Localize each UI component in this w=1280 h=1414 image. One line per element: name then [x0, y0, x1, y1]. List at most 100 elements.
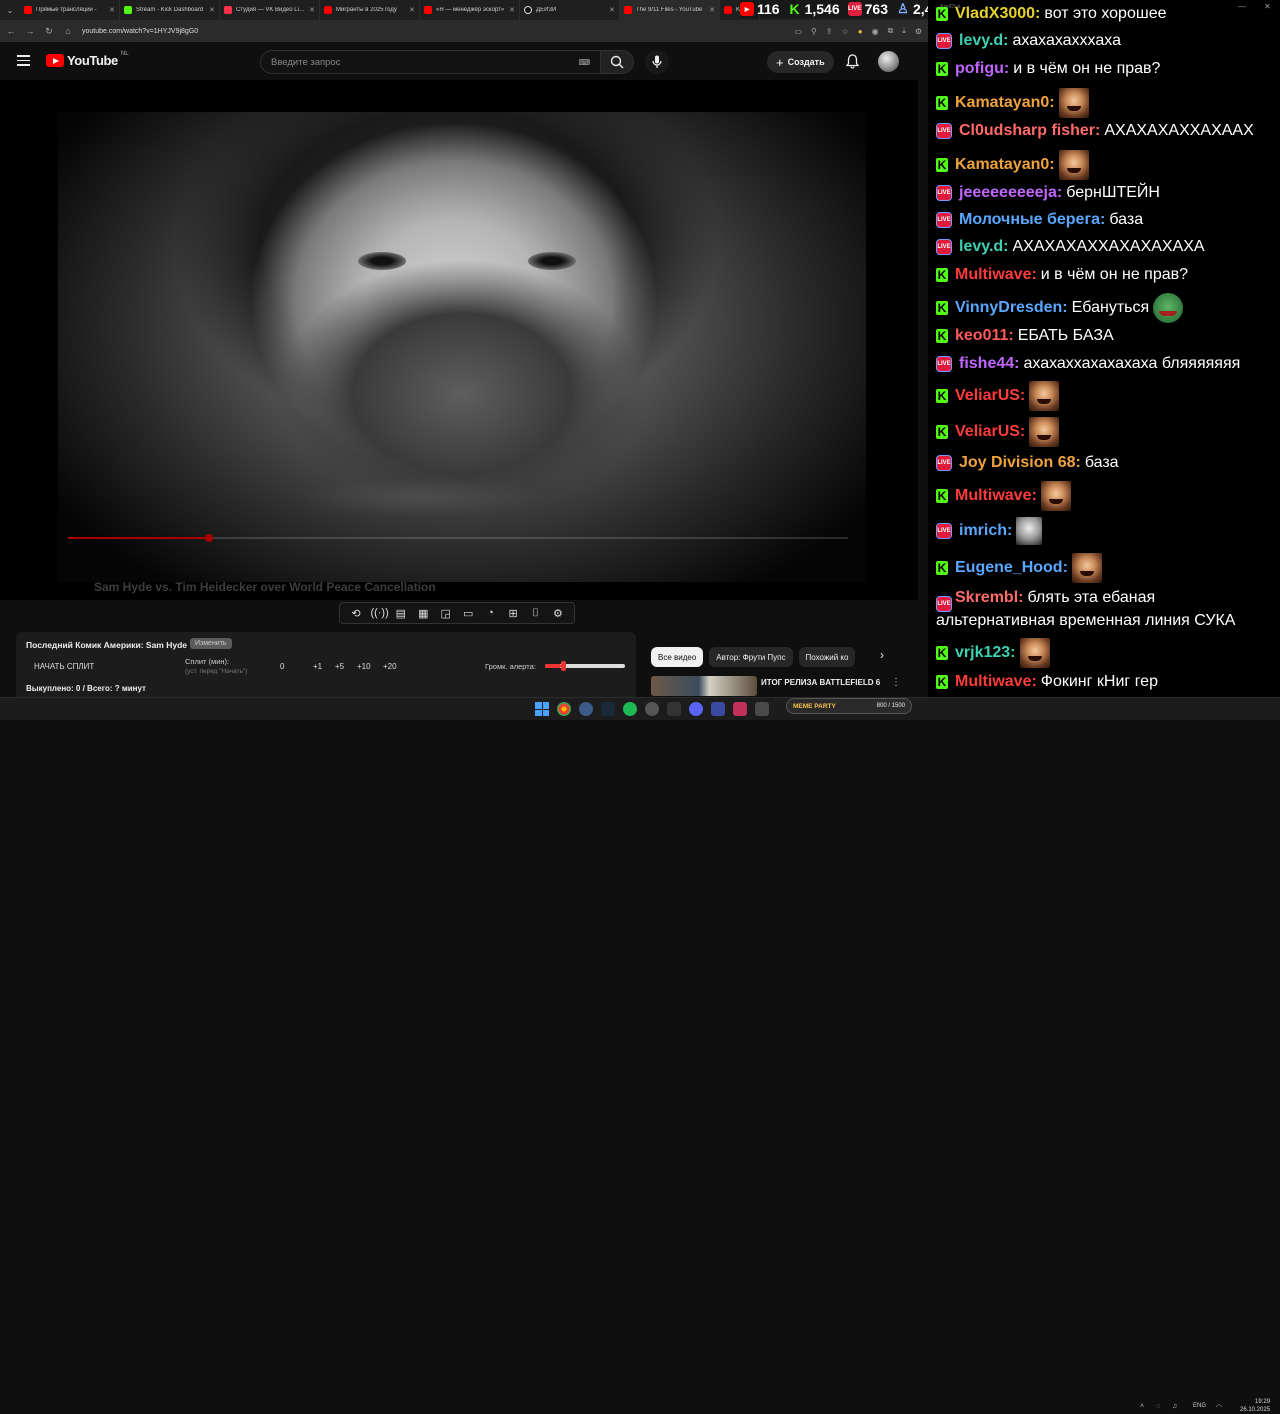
alert-volume-knob[interactable] [561, 661, 566, 671]
chat-username[interactable]: Eugene_Hood: [955, 559, 1068, 577]
playlist-icon[interactable]: ▤ [393, 607, 409, 620]
stream-app-icon[interactable] [733, 702, 747, 716]
chat-username[interactable]: Cl0udsharp fisher: [959, 122, 1100, 140]
screenshot-camera-icon[interactable]: ⌷ [528, 607, 544, 620]
forward-icon[interactable]: → [25, 26, 35, 36]
more-vert-icon[interactable]: ⋮ [891, 677, 901, 688]
bookmark-star-icon[interactable]: ☆ [842, 27, 849, 36]
chat-username[interactable]: fishe44: [959, 355, 1019, 373]
create-button[interactable]: + Создать [767, 51, 834, 73]
close-tab-icon[interactable]: ✕ [309, 6, 315, 14]
cast-icon[interactable]: ▭ [794, 27, 802, 36]
back-icon[interactable]: ← [6, 26, 16, 36]
wifi-icon[interactable]: ◠ [1216, 1403, 1222, 1411]
video-editor-icon[interactable] [711, 702, 725, 716]
extension-icon[interactable]: ◉ [872, 27, 879, 36]
share-icon[interactable]: ⇪ [826, 27, 833, 36]
speed-icon[interactable]: ◔ [483, 607, 499, 619]
progress-scrubber[interactable] [204, 534, 213, 542]
chat-username[interactable]: levy.d: [959, 238, 1009, 256]
start-split-button[interactable]: НАЧАТЬ СПЛИТ [34, 662, 94, 671]
audio-icon[interactable]: ((·)) [370, 607, 388, 619]
media-icon[interactable] [667, 702, 681, 716]
chrome-icon[interactable] [557, 702, 571, 716]
extension-dot-icon[interactable]: ● [858, 27, 863, 36]
discord-icon[interactable] [689, 702, 703, 716]
url-field[interactable]: youtube.com/watch?v=1HYJV9j8gG0 [82, 28, 785, 35]
youtube-logo[interactable]: YouTube NL [46, 51, 129, 68]
recommended-video[interactable]: ИТОГ РЕЛИЗА BATTLEFIELD 6 ⋮ [651, 676, 901, 696]
clapper-icon[interactable]: ▦ [415, 607, 431, 620]
chat-username[interactable]: imrich: [959, 522, 1012, 540]
app-icon[interactable] [645, 702, 659, 716]
chip-author[interactable]: Автор: Фрути Пупс [709, 647, 793, 667]
chat-username[interactable]: Joy Division 68: [959, 454, 1081, 472]
browser-tab[interactable]: Stream - Kick Dashboard ✕ [120, 0, 220, 20]
home-icon[interactable]: ⌂ [63, 26, 73, 36]
download-icon[interactable]: ⤓ [902, 26, 906, 36]
video-player[interactable]: Sam Hyde vs. Tim Heidecker over World Pe… [0, 80, 918, 600]
notifications-bell-icon[interactable] [846, 54, 859, 69]
alert-volume-slider[interactable] [545, 661, 625, 671]
search-button[interactable] [600, 50, 634, 74]
add-20-button[interactable]: +20 [383, 662, 397, 671]
file-explorer-icon[interactable] [755, 702, 769, 716]
chevron-right-icon[interactable]: › [880, 648, 884, 662]
close-tab-icon[interactable]: ✕ [209, 6, 215, 14]
chat-username[interactable]: Skrembl: [955, 589, 1023, 606]
account-avatar[interactable] [878, 51, 899, 72]
obs-icon[interactable] [579, 702, 593, 716]
browser-tab[interactable]: Мигранты в 2025 году ✕ [320, 0, 420, 20]
zoom-icon[interactable]: ⚲ [811, 27, 817, 36]
close-tab-icon[interactable]: ✕ [409, 6, 415, 14]
tab-search-icon[interactable]: ⌄ [0, 0, 20, 20]
chat-username[interactable]: Молочные берега: [959, 211, 1105, 229]
chip-similar[interactable]: Похожий ко [798, 647, 856, 667]
chat-username[interactable]: Kamatayan0: [955, 156, 1055, 174]
split-value[interactable]: 0 [280, 662, 284, 671]
video-progress-bar[interactable] [68, 534, 848, 542]
edit-badge[interactable]: Изменить [190, 638, 232, 649]
recommended-thumbnail[interactable] [651, 676, 757, 696]
puzzle-icon[interactable]: ⧉ [888, 26, 894, 36]
chat-username[interactable]: pofigu: [955, 60, 1009, 78]
browser-tab[interactable]: Прямые трансляции - ✕ [20, 0, 120, 20]
subtitles-icon[interactable]: ▭ [460, 607, 476, 620]
chat-username[interactable]: Kamatayan0: [955, 94, 1055, 112]
keyboard-icon[interactable]: ⌨ [578, 58, 590, 67]
close-tab-icon[interactable]: ✕ [609, 6, 615, 14]
add-5-button[interactable]: +5 [335, 662, 344, 671]
volume-icon[interactable]: ♫ [1172, 1403, 1177, 1410]
browser-tab[interactable]: Студия — VK Видео Live ✕ [220, 0, 320, 20]
close-tab-icon[interactable]: ✕ [509, 6, 515, 14]
menu-icon[interactable] [17, 55, 30, 66]
chat-username[interactable]: VladX3000: [955, 5, 1040, 23]
recommended-title[interactable]: ИТОГ РЕЛИЗА BATTLEFIELD 6 [761, 678, 880, 687]
chat-username[interactable]: Multiwave: [955, 673, 1037, 691]
chat-username[interactable]: Multiwave: [955, 266, 1037, 284]
chat-username[interactable]: jeeeeeeeeeja: [959, 184, 1062, 202]
clock[interactable]: 19:29 26.10.2025 [1240, 1398, 1270, 1414]
chat-username[interactable]: VinnyDresden: [955, 299, 1068, 317]
language-indicator[interactable]: ENG [1193, 1403, 1206, 1409]
search-input[interactable]: Введите запрос ⌨ [260, 50, 600, 74]
settings-icon[interactable]: ⚙ [915, 27, 922, 36]
chat-username[interactable]: keo011: [955, 327, 1014, 345]
chat-username[interactable]: VeliarUS: [955, 387, 1025, 405]
windows-start-icon[interactable] [535, 702, 549, 716]
close-tab-icon[interactable]: ✕ [709, 6, 715, 14]
network-icon[interactable]: ◌ [1156, 1403, 1160, 1410]
add-frame-icon[interactable]: ⊞ [505, 607, 521, 620]
loop-icon[interactable]: ⟲ [348, 607, 364, 620]
spotify-icon[interactable] [623, 702, 637, 716]
voice-search-button[interactable] [645, 50, 669, 74]
browser-tab[interactable]: The 9/11 Files - YouTube ✕ [620, 0, 720, 20]
chevron-up-icon[interactable]: ˄ [1140, 1403, 1144, 1410]
browser-tab[interactable]: «Я — менеджер эскорт» ✕ [420, 0, 520, 20]
browser-tab[interactable]: ДЕЙЗИ ✕ [520, 0, 620, 20]
chat-username[interactable]: Multiwave: [955, 487, 1037, 505]
steam-icon[interactable] [601, 702, 615, 716]
chat-username[interactable]: VeliarUS: [955, 423, 1025, 441]
chip-all-videos[interactable]: Все видео [651, 647, 704, 667]
reload-icon[interactable]: ↻ [44, 26, 54, 37]
